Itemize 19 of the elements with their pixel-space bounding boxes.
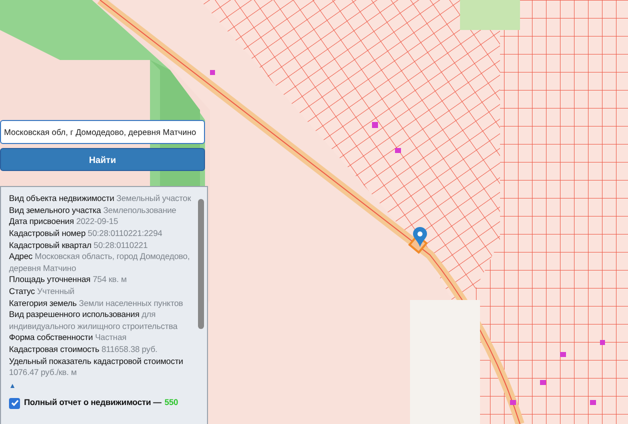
property-field: Кадастровый номер 50:28:0110221:2294: [9, 228, 195, 240]
search-button[interactable]: Найти: [0, 148, 205, 171]
property-field: Форма собственности Частная: [9, 332, 195, 344]
location-pin-icon: [413, 227, 427, 247]
property-field: Кадастровый квартал 50:28:0110221: [9, 240, 195, 252]
report-price: 550: [164, 397, 178, 409]
property-field: Удельный показатель кадастровой стоимости 1076.47 руб./кв. м: [9, 356, 195, 378]
property-field: Кадастровая стоимость 811658.38 руб.: [9, 344, 195, 356]
property-field: Категория земель Земли населенных пунктов: [9, 298, 195, 310]
property-field: Площадь уточненная 754 кв. м: [9, 274, 195, 286]
property-field: Вид разрешенного использования для индивидуального жилищного строительства: [9, 309, 195, 332]
search-field[interactable]: Московская обл, г Домодедово, деревня Матчино: [0, 120, 205, 144]
property-field: Статус Учтенный: [9, 286, 195, 298]
property-field: Адрес Московская область, город Домодедово, деревня Матчино: [9, 251, 195, 274]
property-field: Вид объекта недвижимости Земельный участок: [9, 193, 195, 204]
property-field: Вид земельного участка Землепользование: [9, 204, 195, 216]
report-label: Полный отчет о недвижимости —: [24, 397, 162, 409]
report-checkbox[interactable]: [9, 398, 20, 409]
property-field: Дата присвоения 2022-09-15: [9, 216, 195, 228]
